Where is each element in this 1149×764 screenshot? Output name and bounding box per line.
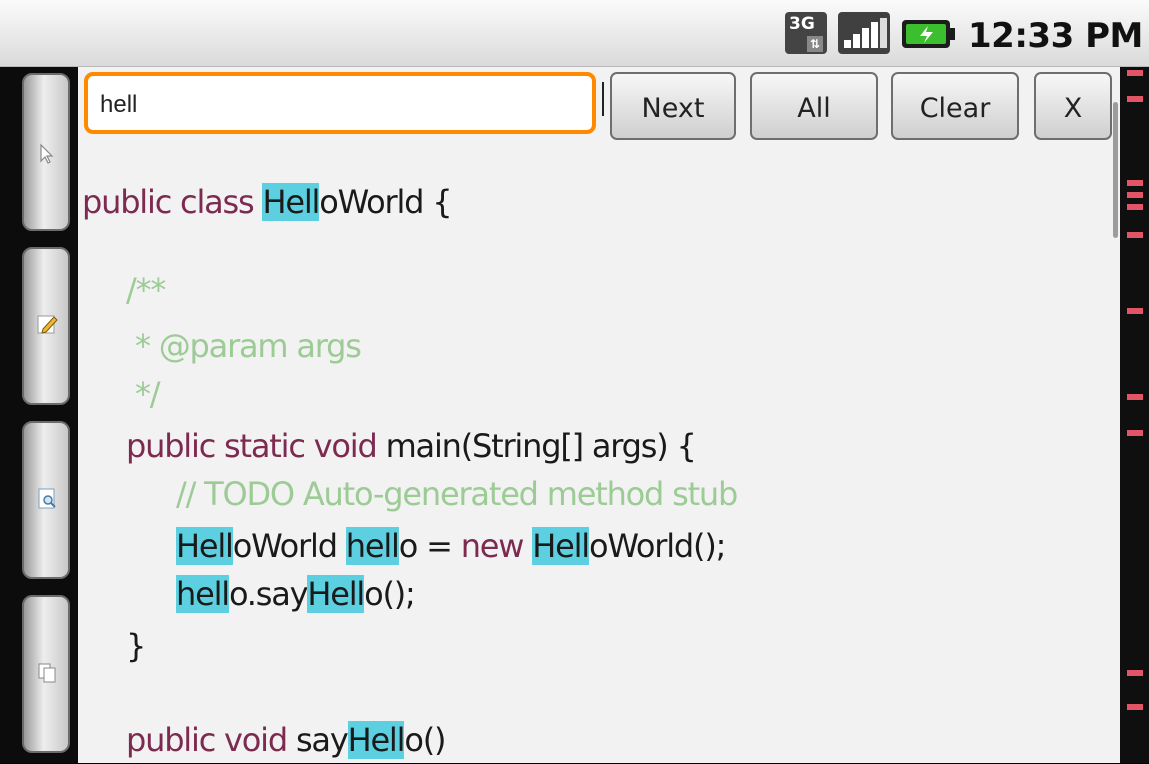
match-marker[interactable] [1127,232,1143,238]
match-marker[interactable] [1127,394,1143,400]
battery-icon [900,12,956,54]
search-tool-button[interactable] [22,421,70,579]
code-line: /** [126,271,166,309]
match-marker[interactable] [1127,204,1143,210]
match-marker[interactable] [1127,192,1143,198]
copy-icon [38,663,56,683]
code-line: // TODO Auto-generated method stub [176,475,738,513]
code-editor[interactable] [78,67,1120,763]
copy-tool-button[interactable] [22,595,70,753]
signal-icon [838,12,890,54]
close-button[interactable]: X [1034,72,1112,140]
match-marker[interactable] [1127,670,1143,676]
clock: 12:33 PM [968,16,1143,56]
match-marker[interactable] [1127,308,1143,314]
match-marker[interactable] [1127,70,1143,76]
code-line: * @param args [126,327,362,365]
code-line: */ [126,375,161,413]
match-marker[interactable] [1127,180,1143,186]
text-cursor [602,82,604,116]
code-line: public void sayHello() [126,721,446,759]
scrollbar[interactable] [1113,102,1118,238]
match-overview-bar [1120,67,1149,763]
match-marker[interactable] [1127,96,1143,102]
status-bar: 3G ⇅ 12:33 PM [0,0,1149,67]
pencil-icon [37,315,58,334]
all-button[interactable]: All [750,72,878,140]
edit-tool-button[interactable] [22,247,70,405]
code-line: HelloWorld hello = new HelloWorld(); [176,527,726,565]
left-toolbar [0,67,78,763]
clear-button[interactable]: Clear [891,72,1019,140]
match-marker[interactable] [1127,704,1143,710]
pointer-tool-button[interactable] [22,73,70,231]
match-marker[interactable] [1127,430,1143,436]
code-line: hello.sayHello(); [176,575,416,613]
code-line: } [126,627,146,665]
pointer-icon [40,143,54,164]
find-input[interactable]: hell [84,72,596,134]
3g-icon: 3G ⇅ [785,12,827,54]
next-button[interactable]: Next [610,72,736,140]
code-line: public class HelloWorld { [82,183,453,221]
document-search-icon [38,488,56,509]
code-line: public static void main(String[] args) { [126,427,697,465]
